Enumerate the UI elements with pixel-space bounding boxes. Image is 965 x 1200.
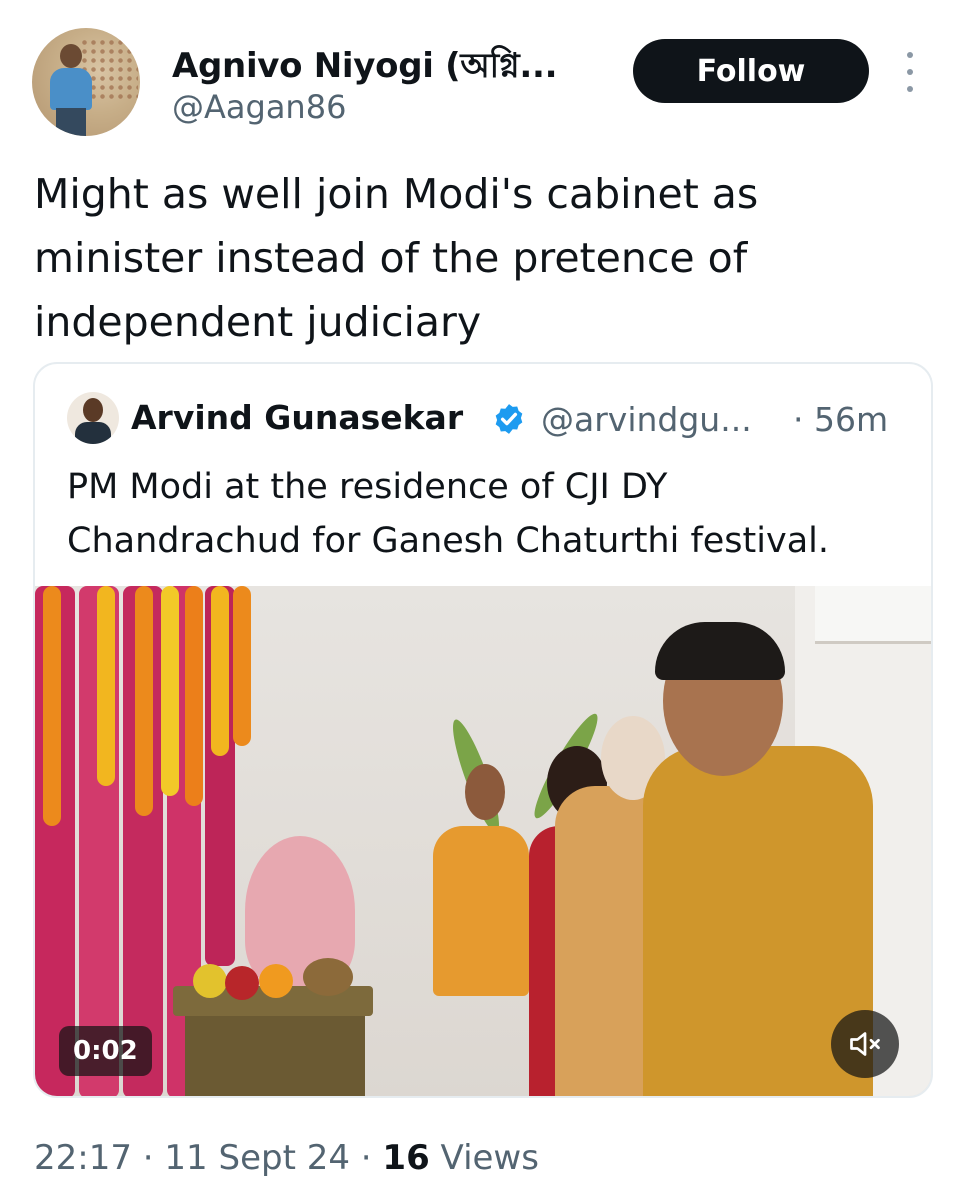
tweet-container: Agnivo Niyogi (অগ্নি... @Aagan86 Follow …: [0, 0, 965, 1200]
views-label: Views: [429, 1138, 539, 1178]
tweet-text: Might as well join Modi's cabinet as min…: [34, 170, 759, 346]
quoted-tweet-card[interactable]: Arvind Gunasekar @arvindgu... · 56m PM M…: [33, 362, 933, 1098]
author-avatar[interactable]: [32, 28, 140, 136]
air-conditioner: [815, 586, 931, 644]
quoted-tweet-text: PM Modi at the residence of CJI DY Chand…: [67, 467, 830, 561]
verified-badge-icon: [495, 404, 523, 434]
views-count: 16: [382, 1138, 430, 1178]
tweet-time[interactable]: 22:17: [34, 1138, 132, 1178]
quoted-author-name[interactable]: Arvind Gunasekar: [131, 398, 463, 437]
author-handle[interactable]: @Aagan86: [172, 88, 346, 126]
mute-button[interactable]: [831, 1010, 899, 1078]
video-player[interactable]: 0:02: [35, 586, 931, 1096]
video-duration-badge: 0:02: [59, 1026, 152, 1076]
follow-button[interactable]: Follow: [633, 39, 869, 103]
volume-muted-icon: [850, 1032, 880, 1056]
quoted-author-avatar[interactable]: [67, 392, 119, 444]
quoted-author-handle[interactable]: @arvindgu...: [541, 400, 752, 439]
more-options-icon[interactable]: [898, 52, 922, 92]
tweet-metadata: 22:17 · 11 Sept 24 · 16 Views: [34, 1138, 539, 1178]
quoted-tweet-time[interactable]: · 56m: [793, 400, 888, 439]
tweet-date[interactable]: 11 Sept 24: [164, 1138, 350, 1178]
